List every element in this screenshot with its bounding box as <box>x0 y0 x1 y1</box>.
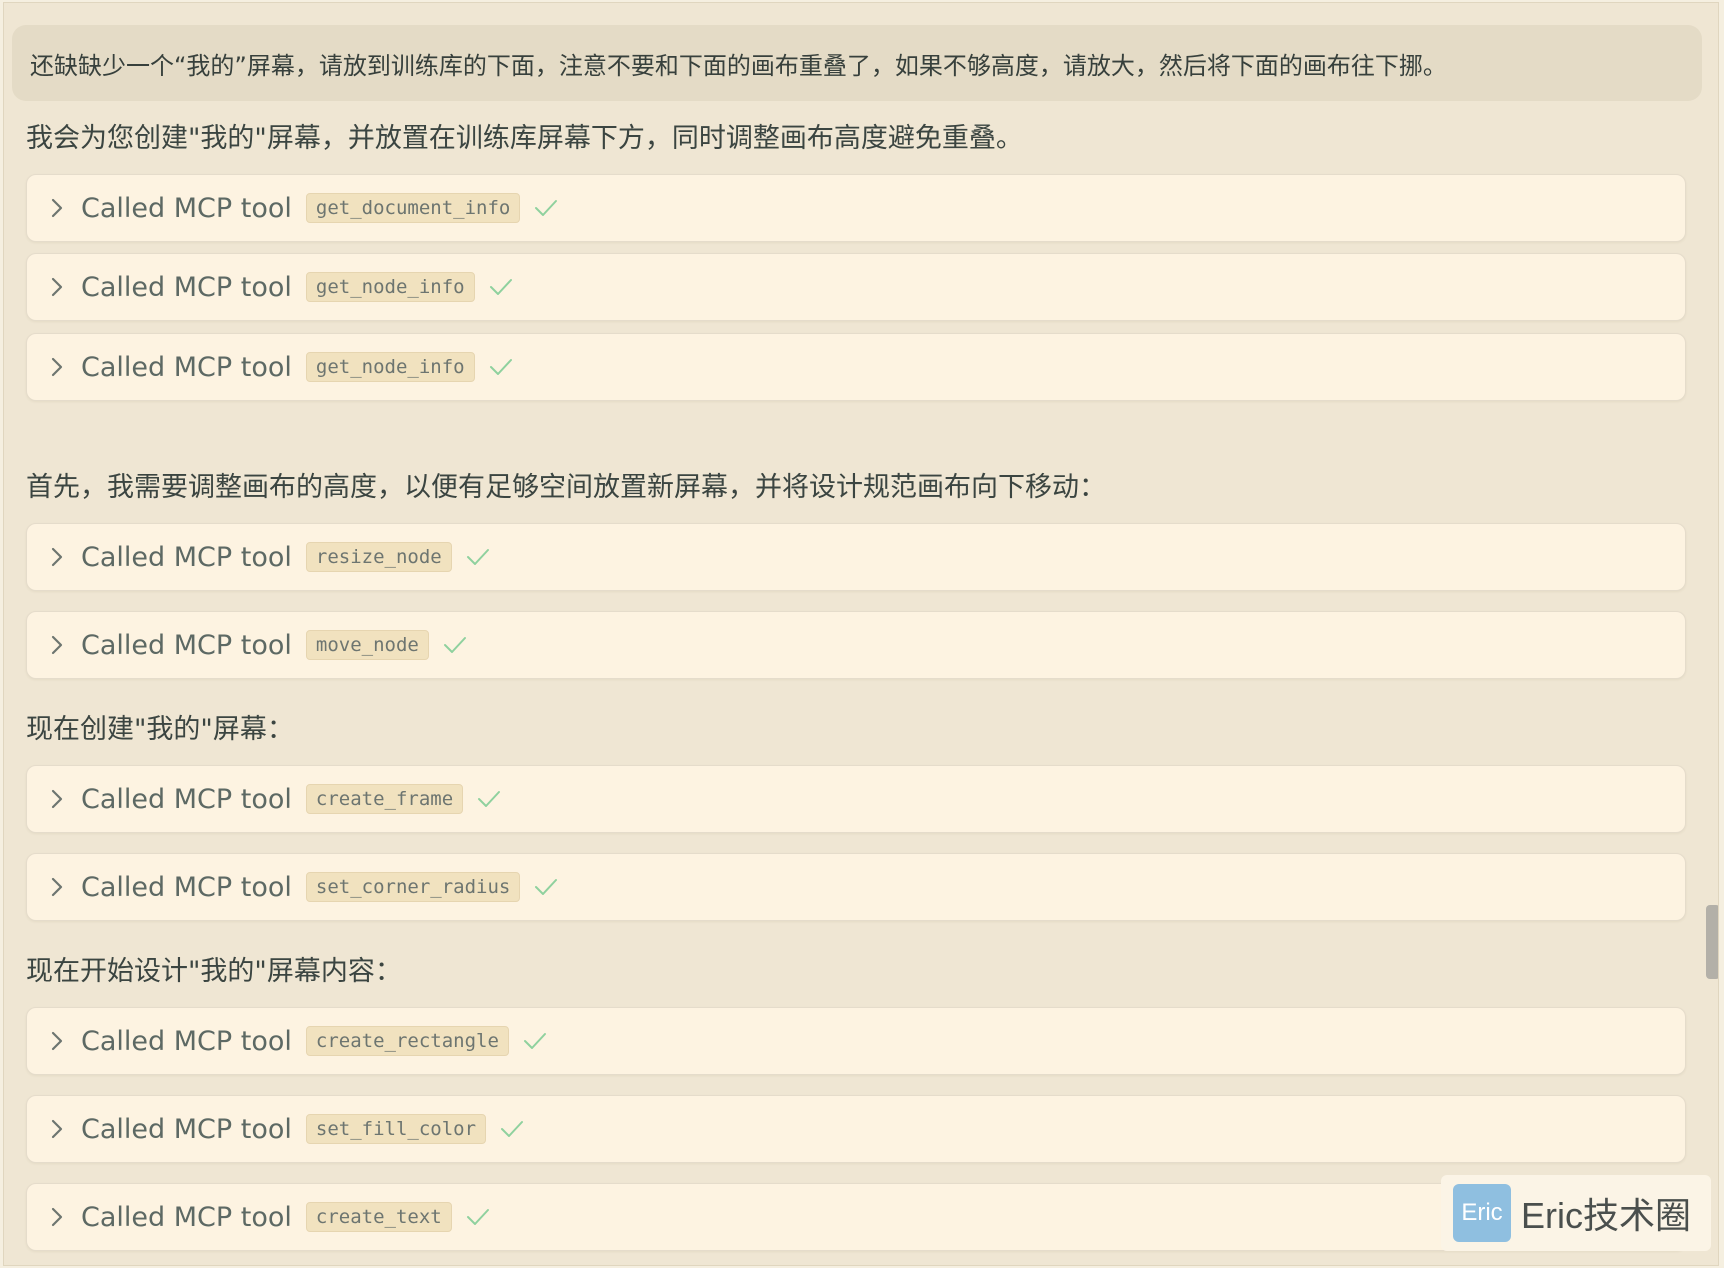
tool-call-row[interactable]: Called MCP tool create_rectangle <box>26 1007 1686 1075</box>
tool-name-chip: set_fill_color <box>305 1114 487 1144</box>
tool-call-label: Called MCP tool <box>81 192 292 224</box>
chevron-right-icon[interactable] <box>45 1029 69 1053</box>
chevron-right-icon[interactable] <box>45 545 69 569</box>
tool-name-chip: create_rectangle <box>305 1026 509 1056</box>
user-message: 还缺缺少一个“我的”屏幕，请放到训练库的下面，注意不要和下面的画布重叠了，如果不… <box>12 25 1702 101</box>
scrollbar-thumb[interactable] <box>1706 905 1718 979</box>
check-icon <box>443 632 469 658</box>
tool-call-label: Called MCP tool <box>81 871 292 903</box>
tool-call-row[interactable]: Called MCP tool create_frame <box>26 765 1686 833</box>
chevron-right-icon[interactable] <box>45 787 69 811</box>
check-icon <box>534 874 560 900</box>
chevron-right-icon[interactable] <box>45 355 69 379</box>
tool-call-row[interactable]: Called MCP tool set_fill_color <box>26 1095 1686 1163</box>
check-icon <box>489 354 515 380</box>
chat-panel: 还缺缺少一个“我的”屏幕，请放到训练库的下面，注意不要和下面的画布重叠了，如果不… <box>3 2 1719 1266</box>
tool-call-label: Called MCP tool <box>81 783 292 815</box>
tool-call-row[interactable]: Called MCP tool get_node_info <box>26 333 1686 401</box>
check-icon <box>466 544 492 570</box>
tool-call-label: Called MCP tool <box>81 271 292 303</box>
tool-call-row[interactable]: Called MCP tool resize_node <box>26 523 1686 591</box>
chevron-right-icon[interactable] <box>45 1117 69 1141</box>
tool-call-label: Called MCP tool <box>81 1113 292 1145</box>
tool-name-chip: create_frame <box>305 784 464 814</box>
assistant-text: 首先，我需要调整画布的高度，以便有足够空间放置新屏幕，并将设计规范画布向下移动： <box>26 472 1106 503</box>
check-icon <box>489 274 515 300</box>
tool-call-label: Called MCP tool <box>81 1201 292 1233</box>
tool-name-chip: get_node_info <box>305 352 475 382</box>
assistant-text: 现在开始设计"我的"屏幕内容： <box>26 956 402 987</box>
check-icon <box>523 1028 549 1054</box>
tool-name-chip: move_node <box>305 630 429 660</box>
tool-call-label: Called MCP tool <box>81 629 292 661</box>
tool-call-label: Called MCP tool <box>81 541 292 573</box>
tool-name-chip: set_corner_radius <box>305 872 521 902</box>
tool-call-row[interactable]: Called MCP tool set_corner_radius <box>26 853 1686 921</box>
tool-call-row[interactable]: Called MCP tool move_node <box>26 611 1686 679</box>
watermark: Eric Eric技术圈 <box>1441 1175 1711 1251</box>
watermark-text: Eric技术圈 <box>1521 1195 1691 1236</box>
chevron-right-icon[interactable] <box>45 196 69 220</box>
chevron-right-icon[interactable] <box>45 633 69 657</box>
tool-call-label: Called MCP tool <box>81 1025 292 1057</box>
tool-call-row[interactable]: Called MCP tool get_node_info <box>26 253 1686 321</box>
check-icon <box>534 195 560 221</box>
tool-name-chip: resize_node <box>305 542 452 572</box>
chevron-right-icon[interactable] <box>45 1205 69 1229</box>
chevron-right-icon[interactable] <box>45 275 69 299</box>
watermark-badge: Eric <box>1453 1184 1511 1242</box>
tool-call-label: Called MCP tool <box>81 351 292 383</box>
tool-call-row[interactable]: Called MCP tool get_document_info <box>26 174 1686 242</box>
tool-name-chip: get_node_info <box>305 272 475 302</box>
chevron-right-icon[interactable] <box>45 875 69 899</box>
assistant-text: 现在创建"我的"屏幕： <box>26 714 294 745</box>
tool-call-row[interactable]: Called MCP tool create_text <box>26 1183 1686 1251</box>
assistant-text: 我会为您创建"我的"屏幕，并放置在训练库屏幕下方，同时调整画布高度避免重叠。 <box>26 123 1023 154</box>
check-icon <box>500 1116 526 1142</box>
check-icon <box>477 786 503 812</box>
tool-name-chip: get_document_info <box>305 193 521 223</box>
check-icon <box>466 1204 492 1230</box>
tool-name-chip: create_text <box>305 1202 452 1232</box>
